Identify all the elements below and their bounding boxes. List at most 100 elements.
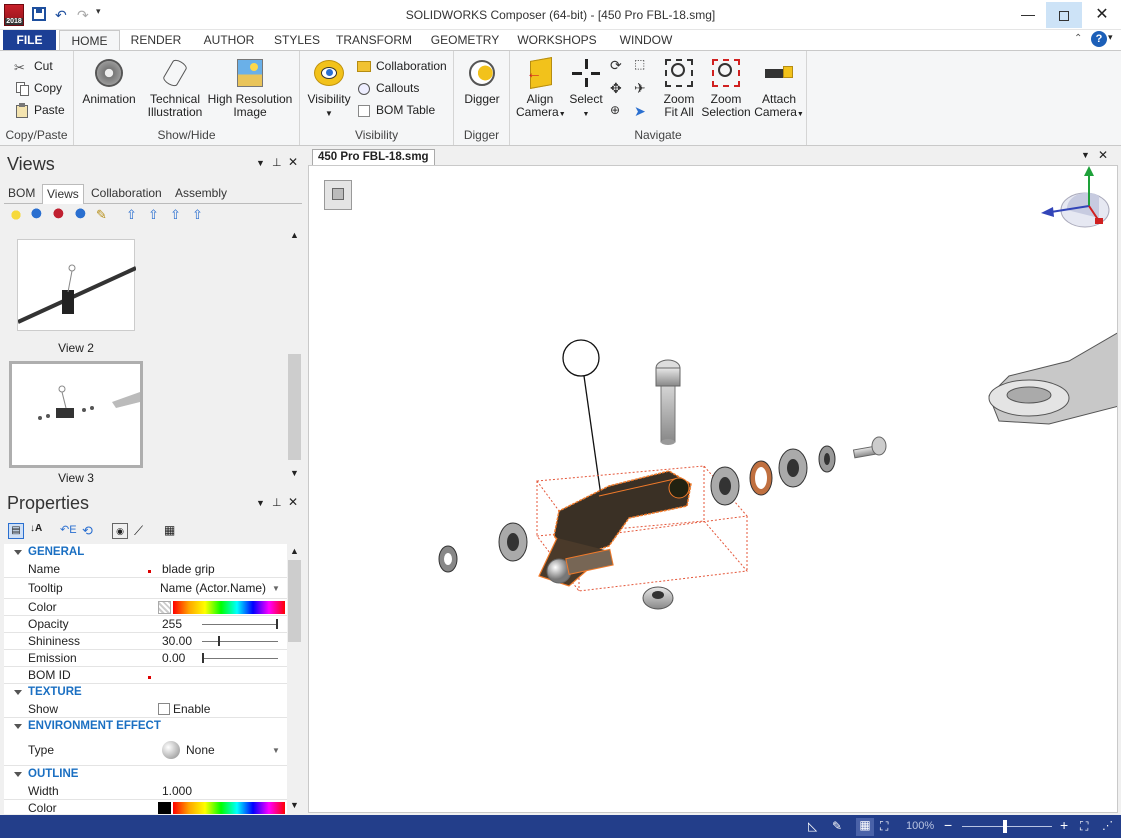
fly-icon[interactable]: ✈ <box>634 80 650 96</box>
shininess-slider[interactable] <box>202 641 278 642</box>
emission-slider[interactable] <box>202 658 278 659</box>
tab-views[interactable]: Views <box>42 184 84 204</box>
grid-mode-icon[interactable]: ▦ <box>856 818 874 836</box>
color-picker-bar[interactable] <box>173 601 285 614</box>
bearing-part[interactable] <box>778 448 808 488</box>
opacity-slider[interactable] <box>202 624 278 625</box>
orientation-triad-icon[interactable] <box>1041 166 1110 228</box>
section-outline[interactable]: OUTLINE <box>4 766 287 783</box>
section-general[interactable]: GENERAL <box>4 544 287 561</box>
main-rotor-arm-part[interactable] <box>988 332 1118 425</box>
select-button[interactable]: Select ▼ <box>564 57 608 121</box>
tab-workshops[interactable]: WORKSHOPS <box>514 30 600 50</box>
black-swatch-icon[interactable] <box>158 802 171 814</box>
blade-grip-part[interactable] <box>538 470 692 587</box>
opacity-slider-thumb[interactable] <box>276 619 278 629</box>
close-button[interactable]: ✕ <box>1084 0 1120 30</box>
visibility-button[interactable]: Visibility ▼ <box>304 57 354 120</box>
properties-scroll-thumb[interactable] <box>288 560 301 642</box>
view-nav-next-icon[interactable]: ⇧ <box>170 207 186 223</box>
prop-outline-color[interactable]: Color <box>4 800 287 814</box>
resize-grip-icon[interactable]: ⋰ <box>1102 819 1113 832</box>
document-options-icon[interactable]: ▼ <box>1081 150 1090 160</box>
sort-alphabetical-icon[interactable]: ↓A <box>30 523 46 539</box>
panel-options-icon[interactable]: ▼ <box>256 498 265 508</box>
categorized-icon[interactable]: ▤ <box>8 523 24 539</box>
bearing-part[interactable] <box>498 522 528 562</box>
panel-close-icon[interactable]: ✕ <box>288 495 298 509</box>
prop-emission[interactable]: Emission 0.00 <box>4 650 287 667</box>
prop-tooltip-value[interactable]: Name (Actor.Name) <box>160 578 266 599</box>
zoom-selection-button[interactable]: Zoom Selection <box>700 57 752 119</box>
tab-collaboration[interactable]: Collaboration <box>87 184 166 203</box>
zoom-slider[interactable] <box>962 826 1052 827</box>
callouts-button[interactable]: Callouts <box>356 79 419 97</box>
paste-button[interactable]: Paste <box>14 101 65 119</box>
help-dropdown-icon[interactable]: ▾ <box>1108 32 1113 43</box>
minimize-button[interactable]: — <box>1010 0 1046 30</box>
document-tab[interactable]: 450 Pro FBL-18.smg <box>312 149 435 165</box>
property-refresh-icon[interactable]: ⟲ <box>82 523 98 539</box>
dropdown-arrow-icon[interactable]: ▼ <box>272 735 280 766</box>
prop-type[interactable]: Type None ▼ <box>4 735 287 766</box>
render-mode-icon[interactable]: ◺ <box>808 819 824 835</box>
ribbon-collapse-icon[interactable]: ⌃ <box>1074 33 1082 44</box>
zoom-slider-thumb[interactable] <box>1003 820 1007 833</box>
zoom-in-button[interactable]: + <box>1060 817 1068 833</box>
zoom-out-button[interactable]: − <box>944 817 952 833</box>
prop-color[interactable]: Color <box>4 599 287 616</box>
scroll-up-icon[interactable]: ▲ <box>290 230 299 240</box>
scroll-down-icon[interactable]: ▼ <box>290 468 299 478</box>
prop-type-value[interactable]: None <box>186 735 215 766</box>
sketch-mode-icon[interactable]: ✎ <box>832 819 848 835</box>
high-resolution-image-button[interactable]: High Resolution Image <box>206 57 294 119</box>
default-style-icon[interactable]: ◉ <box>112 523 128 539</box>
update-view-icon[interactable] <box>30 207 46 223</box>
section-environment-effect[interactable]: ENVIRONMENT EFFECT <box>4 718 287 735</box>
transparent-swatch-icon[interactable] <box>158 601 171 614</box>
tab-bom[interactable]: BOM <box>4 184 39 203</box>
pan-icon[interactable]: ✥ <box>610 80 626 96</box>
prop-name-value[interactable]: blade grip <box>162 561 215 578</box>
prop-name[interactable]: Name blade grip <box>4 561 287 578</box>
eyedropper-icon[interactable]: ⟋ <box>134 523 150 539</box>
create-view-icon[interactable] <box>8 207 24 223</box>
3d-viewport[interactable] <box>308 165 1118 813</box>
view-thumbnail-2[interactable] <box>17 239 137 331</box>
pin-icon[interactable]: ⊥ <box>272 156 282 169</box>
emission-slider-thumb[interactable] <box>202 653 204 663</box>
zoom-box-icon[interactable]: ⬚ <box>634 57 650 73</box>
prop-shininess[interactable]: Shininess 30.00 <box>4 633 287 650</box>
digger-button[interactable]: Digger <box>458 57 506 106</box>
panel-options-icon[interactable]: ▼ <box>256 158 265 168</box>
properties-scrollbar[interactable]: ▲ ▼ <box>287 544 302 814</box>
scroll-down-icon[interactable]: ▼ <box>290 800 299 810</box>
align-camera-button[interactable]: ← Align Camera▼ <box>516 57 566 121</box>
bearing-part[interactable] <box>710 466 740 506</box>
zoom-in-icon[interactable]: ⊕ <box>610 103 626 119</box>
prop-width-value[interactable]: 1.000 <box>162 783 192 800</box>
tab-transform[interactable]: TRANSFORM <box>334 30 414 50</box>
update-view-selected-icon[interactable] <box>52 207 68 223</box>
nut-part[interactable] <box>642 586 674 610</box>
enable-checkbox[interactable] <box>158 703 170 715</box>
document-close-icon[interactable]: ✕ <box>1098 148 1108 162</box>
washer-part[interactable] <box>438 545 458 573</box>
scroll-up-icon[interactable]: ▲ <box>290 546 299 556</box>
prop-tooltip[interactable]: Tooltip Name (Actor.Name) ▼ <box>4 578 287 599</box>
section-texture[interactable]: TEXTURE <box>4 684 287 701</box>
tab-window[interactable]: WINDOW <box>612 30 680 50</box>
screw-part[interactable] <box>852 436 887 459</box>
views-scroll-thumb[interactable] <box>288 354 301 460</box>
outline-color-picker-bar[interactable] <box>173 802 285 814</box>
shininess-slider-thumb[interactable] <box>218 636 220 646</box>
tab-geometry[interactable]: GEOMETRY <box>428 30 502 50</box>
prop-bom-id[interactable]: BOM ID <box>4 667 287 684</box>
cut-button[interactable]: ✂ Cut <box>14 57 53 75</box>
prop-width[interactable]: Width 1.000 <box>4 783 287 800</box>
panel-close-icon[interactable]: ✕ <box>288 155 298 169</box>
view-nav-prev-icon[interactable]: ⇧ <box>148 207 164 223</box>
technical-illustration-button[interactable]: Technical Illustration <box>144 57 206 119</box>
refresh-view-icon[interactable] <box>74 207 90 223</box>
pin-icon[interactable]: ⊥ <box>272 496 282 509</box>
